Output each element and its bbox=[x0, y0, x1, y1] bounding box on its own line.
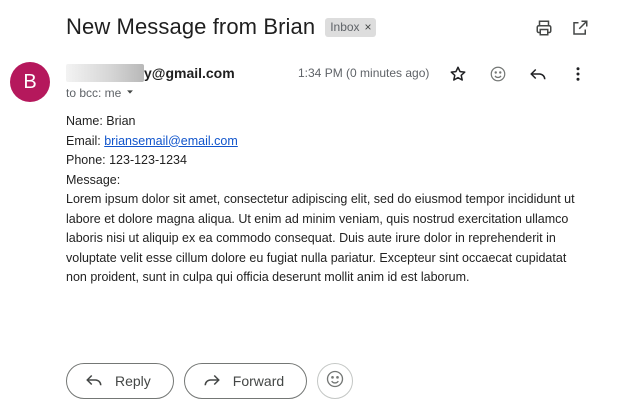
add-reaction-button[interactable] bbox=[317, 363, 354, 399]
message-text: Lorem ipsum dolor sit amet, consectetur … bbox=[66, 192, 575, 284]
forward-label: Forward bbox=[232, 373, 285, 389]
name-line: Name: Brian bbox=[66, 114, 136, 128]
open-in-new-window-icon[interactable] bbox=[570, 18, 590, 38]
forward-icon bbox=[203, 371, 221, 392]
message-actions bbox=[446, 62, 590, 86]
recipients-dropdown[interactable]: to bcc: me bbox=[66, 86, 135, 100]
inbox-label-chip[interactable]: Inbox × bbox=[325, 17, 376, 37]
email-label: Email: bbox=[66, 133, 105, 148]
sender: y@gmail.com bbox=[66, 64, 235, 82]
email-link[interactable]: briansemail@email.com bbox=[104, 134, 238, 148]
emoji-icon bbox=[325, 369, 345, 394]
sender-email[interactable]: y@gmail.com bbox=[144, 65, 235, 81]
reply-icon bbox=[85, 371, 103, 392]
reply-button[interactable]: Reply bbox=[66, 363, 174, 399]
phone-line: Phone: 123-123-1234 bbox=[66, 153, 187, 167]
remove-label-button[interactable]: × bbox=[365, 20, 372, 34]
emoji-icon[interactable] bbox=[486, 62, 510, 86]
reply-icon[interactable] bbox=[526, 62, 550, 86]
forward-button[interactable]: Forward bbox=[183, 363, 308, 399]
label-text: Inbox bbox=[330, 20, 360, 34]
subject-row: New Message from Brian Inbox × bbox=[66, 14, 376, 40]
recipients-text: to bcc: me bbox=[66, 86, 122, 100]
message-label: Message: bbox=[66, 172, 121, 187]
message-body: Name: Brian Email: briansemail@email.com… bbox=[66, 112, 588, 288]
more-vert-icon[interactable] bbox=[566, 62, 590, 86]
chevron-down-icon bbox=[125, 86, 135, 100]
sender-name-redacted bbox=[66, 64, 144, 82]
email-line: Email: briansemail@email.com bbox=[66, 132, 588, 152]
star-icon[interactable] bbox=[446, 62, 470, 86]
email-subject: New Message from Brian bbox=[66, 14, 316, 39]
reply-bar: Reply Forward bbox=[66, 363, 354, 399]
sender-avatar[interactable]: B bbox=[10, 62, 50, 102]
reply-label: Reply bbox=[115, 373, 151, 389]
email-time: 1:34 PM (0 minutes ago) bbox=[298, 66, 430, 80]
top-toolbar bbox=[534, 18, 590, 38]
print-icon[interactable] bbox=[534, 18, 554, 38]
